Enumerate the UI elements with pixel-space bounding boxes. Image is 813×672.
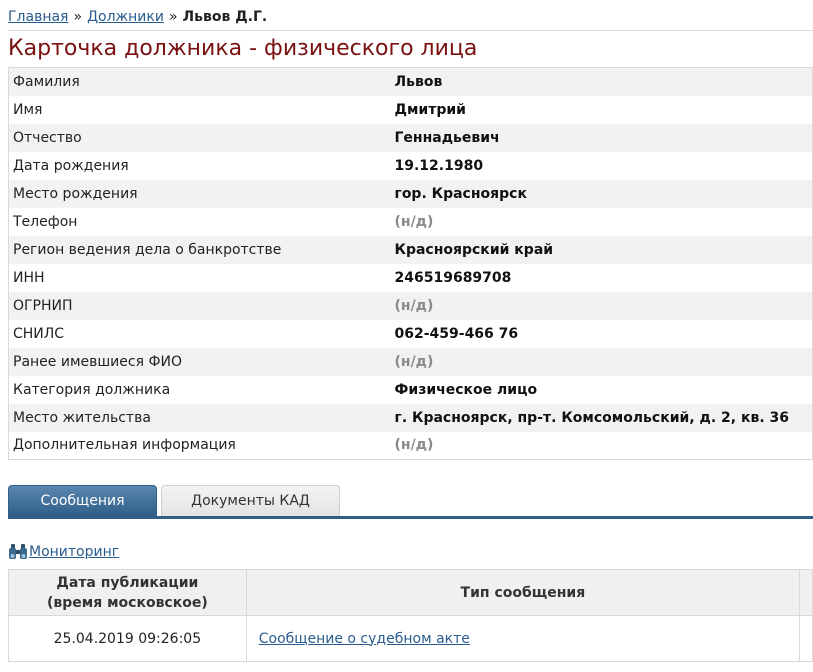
tab-messages[interactable]: Сообщения: [8, 485, 157, 517]
info-row: ИНН 246519689708: [8, 263, 813, 292]
header-divider: [8, 30, 813, 31]
info-row: Телефон (н/д): [8, 207, 813, 236]
binoculars-icon[interactable]: [8, 543, 28, 561]
tab-bar: Сообщения Документы КАД: [8, 485, 813, 517]
info-value: Дмитрий: [390, 95, 813, 124]
column-header-extra: [799, 569, 813, 616]
info-row: ОГРНИП (н/д): [8, 291, 813, 320]
info-row: Имя Дмитрий: [8, 95, 813, 124]
info-row: Регион ведения дела о банкротстве Красноя…: [8, 235, 813, 264]
info-label: Дополнительная информация: [8, 431, 391, 460]
messages-table: Дата публикации (время московское) Тип с…: [8, 569, 813, 662]
message-type-cell: Сообщение о судебном акте: [246, 615, 801, 662]
column-header-date-line2: (время московское): [47, 594, 208, 611]
column-header-type[interactable]: Тип сообщения: [246, 569, 801, 616]
tab-underline: [8, 516, 813, 519]
info-value: (н/д): [390, 207, 813, 236]
info-value: (н/д): [390, 347, 813, 376]
info-label: Категория должника: [8, 375, 391, 404]
breadcrumb-separator: »: [168, 9, 178, 25]
breadcrumb-current: Львов Д.Г.: [182, 9, 268, 25]
info-value: 062-459-466 76: [390, 319, 813, 348]
message-date: 25.04.2019 09:26:05: [8, 615, 247, 662]
breadcrumb-home-link[interactable]: Главная: [8, 9, 68, 25]
breadcrumb-debtors-link[interactable]: Должники: [87, 9, 164, 25]
column-header-date[interactable]: Дата публикации (время московское): [8, 569, 247, 616]
info-row: СНИЛС 062-459-466 76: [8, 319, 813, 348]
info-value: Львов: [390, 67, 813, 96]
info-label: Регион ведения дела о банкротстве: [8, 235, 391, 264]
info-value: Красноярский край: [390, 235, 813, 264]
info-label: Место жительства: [8, 403, 391, 432]
info-row: Ранее имевшиеся ФИО (н/д): [8, 347, 813, 376]
info-row: Место жительства г. Красноярск, пр-т. Ком…: [8, 403, 813, 432]
message-type-link[interactable]: Сообщение о судебном акте: [259, 631, 470, 647]
page-title: Карточка должника - физического лица: [8, 36, 478, 61]
info-label: Фамилия: [8, 67, 391, 96]
info-label: ОГРНИП: [8, 291, 391, 320]
info-value: (н/д): [390, 291, 813, 320]
info-label: Телефон: [8, 207, 391, 236]
column-header-date-line1: Дата публикации: [56, 574, 199, 591]
info-label: Отчество: [8, 123, 391, 152]
info-value: Геннадьевич: [390, 123, 813, 152]
info-label: ИНН: [8, 263, 391, 292]
info-row: Место рождения гор. Красноярск: [8, 179, 813, 208]
messages-header-row: Дата публикации (время московское) Тип с…: [8, 569, 813, 616]
info-value: Физическое лицо: [390, 375, 813, 404]
breadcrumb-separator: »: [73, 9, 83, 25]
message-row: 25.04.2019 09:26:05 Сообщение о судебном …: [8, 615, 813, 662]
message-extra-cell: [799, 615, 813, 662]
debtor-info-table: Фамилия Львов Имя Дмитрий Отчество Геннадьеви…: [8, 67, 813, 460]
info-row: Фамилия Львов: [8, 67, 813, 96]
tab-kad-documents[interactable]: Документы КАД: [161, 485, 340, 517]
info-row: Дополнительная информация (н/д): [8, 431, 813, 460]
info-row: Дата рождения 19.12.1980: [8, 151, 813, 180]
info-label: Место рождения: [8, 179, 391, 208]
monitoring-link[interactable]: Мониторинг: [29, 541, 119, 563]
breadcrumb: Главная» Должники» Львов Д.Г.: [8, 6, 267, 28]
info-label: СНИЛС: [8, 319, 391, 348]
info-value: г. Красноярск, пр-т. Комсомольский, д. 2…: [390, 403, 813, 432]
info-value: 246519689708: [390, 263, 813, 292]
info-row: Категория должника Физическое лицо: [8, 375, 813, 404]
monitoring-link-container: Мониторинг: [8, 541, 119, 563]
info-value: (н/д): [390, 431, 813, 460]
info-label: Имя: [8, 95, 391, 124]
info-value: гор. Красноярск: [390, 179, 813, 208]
info-label: Дата рождения: [8, 151, 391, 180]
info-value: 19.12.1980: [390, 151, 813, 180]
info-label: Ранее имевшиеся ФИО: [8, 347, 391, 376]
info-row: Отчество Геннадьевич: [8, 123, 813, 152]
